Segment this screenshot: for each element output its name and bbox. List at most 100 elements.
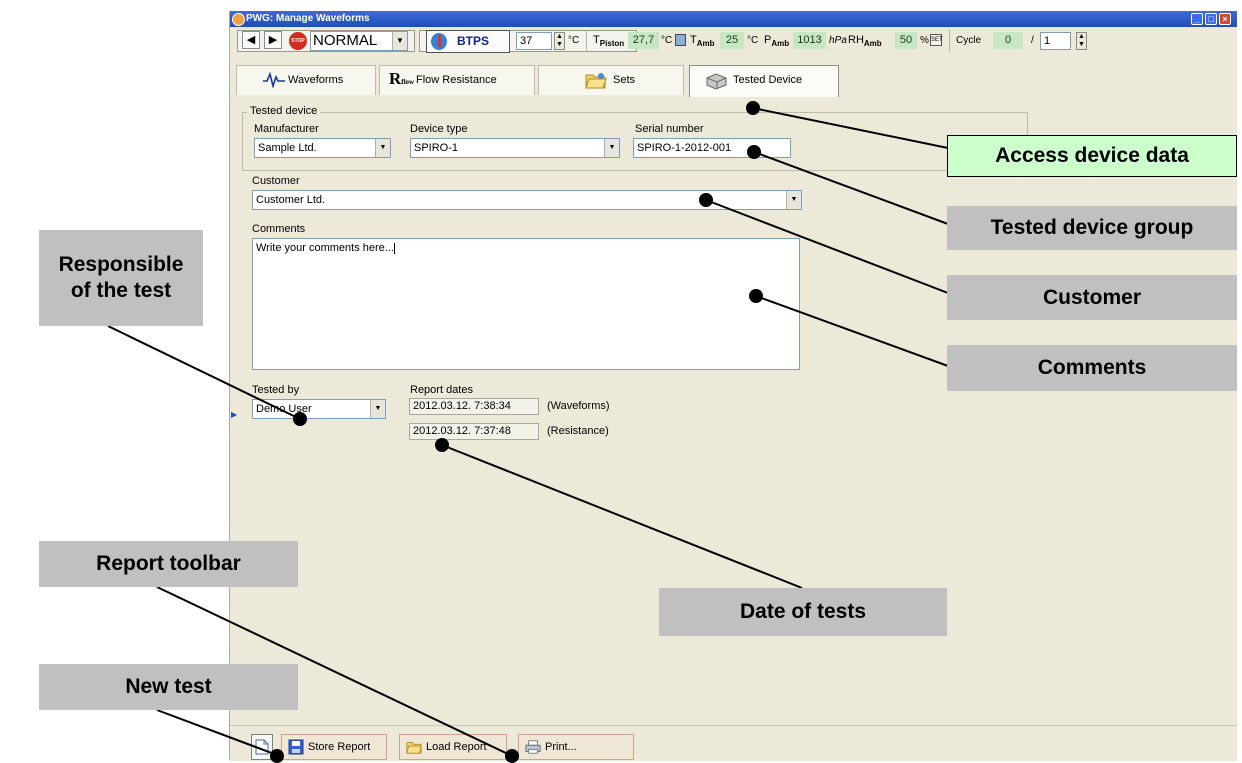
- manufacturer-select[interactable]: Sample Ltd. ▼: [254, 138, 391, 158]
- text-caret: [393, 242, 395, 254]
- step-forward-button[interactable]: ▶: [264, 31, 282, 49]
- callout-responsible-line2: of the test: [70, 279, 172, 302]
- chevron-down-icon[interactable]: ▼: [604, 139, 619, 157]
- mode-value: NORMAL: [313, 32, 378, 49]
- splitter-arrow-icon[interactable]: ▶: [231, 410, 237, 419]
- tab-tested-device[interactable]: Tested Device: [689, 65, 839, 97]
- tested-by-label: Tested by: [252, 384, 300, 396]
- report-toolbar: Store Report Load Report Print...: [230, 725, 1237, 761]
- folder-icon: [585, 73, 607, 89]
- btps-button[interactable]: BTPS: [426, 30, 510, 53]
- t-piston-unit: °C: [661, 35, 673, 46]
- customer-select[interactable]: Customer Ltd. ▼: [252, 190, 802, 210]
- stop-icon[interactable]: STOP: [289, 32, 307, 50]
- store-report-button[interactable]: Store Report: [281, 734, 387, 760]
- callout-responsible-line1: Responsible: [58, 253, 184, 276]
- cycle-total-input[interactable]: 1: [1040, 32, 1071, 50]
- callout-customer: Customer: [947, 275, 1237, 320]
- rh-amb-label: RHAmb: [848, 34, 882, 49]
- t-amb-label: TAmb: [690, 34, 715, 49]
- resistance-date-label: (Resistance): [547, 425, 609, 437]
- t-piston-label: TPiston: [593, 34, 625, 49]
- tab-waveforms[interactable]: Waveforms: [236, 65, 376, 95]
- btps-label: BTPS: [457, 34, 490, 48]
- main-toolbar: ◀ ▶ STOP NORMAL ▼ BTPS 37 ▲ ▼ °C TPiston …: [230, 27, 1237, 55]
- tab-sets[interactable]: Sets: [538, 65, 684, 95]
- t-amb-value: 25: [720, 32, 744, 49]
- tested-device-group-title: Tested device: [247, 105, 321, 117]
- print-label: Print...: [545, 741, 577, 753]
- callout-report-toolbar: Report toolbar: [39, 541, 298, 587]
- callout-comments: Comments: [947, 345, 1237, 391]
- open-folder-icon: [406, 742, 422, 754]
- mode-select[interactable]: NORMAL ▼: [310, 31, 408, 51]
- t-piston-value: 27,7: [628, 32, 659, 49]
- chevron-down-icon[interactable]: ▼: [786, 191, 801, 209]
- step-back-button[interactable]: ◀: [242, 31, 260, 49]
- tab-flow-resistance[interactable]: Rflow Flow Resistance: [379, 65, 535, 95]
- temperature-spinner[interactable]: ▲ ▼: [554, 32, 565, 50]
- set-button[interactable]: SET: [930, 34, 943, 46]
- comments-textarea[interactable]: Write your comments here...: [252, 238, 800, 370]
- load-report-button[interactable]: Load Report: [399, 734, 507, 760]
- rh-amb-unit: %: [920, 35, 929, 46]
- t-amb-unit: °C: [747, 35, 759, 46]
- calendar-icon[interactable]: [675, 34, 686, 46]
- cycle-spinner[interactable]: ▲ ▼: [1076, 32, 1087, 50]
- device-type-label: Device type: [410, 123, 468, 135]
- cycle-value: 0: [993, 32, 1023, 49]
- temperature-input[interactable]: 37: [516, 32, 552, 50]
- store-report-label: Store Report: [308, 741, 371, 753]
- chevron-down-icon[interactable]: ▼: [370, 400, 385, 418]
- tab-label: Waveforms: [288, 74, 344, 86]
- callout-dot: [746, 101, 760, 115]
- callout-responsible: Responsible of the test: [39, 230, 203, 326]
- window-title: PWG: Manage Waveforms: [246, 13, 370, 24]
- tab-label: Sets: [613, 74, 636, 86]
- save-icon: [288, 739, 304, 755]
- tested-by-select[interactable]: Demo User ▼: [252, 399, 386, 419]
- callout-dot: [749, 289, 763, 303]
- serial-number-label: Serial number: [635, 123, 704, 135]
- toolbar-separator: [586, 30, 587, 52]
- device-type-value: SPIRO-1: [414, 142, 459, 154]
- callout-new-test: New test: [39, 664, 298, 710]
- callout-tested-device-group: Tested device group: [947, 206, 1237, 250]
- maximize-button[interactable]: □: [1205, 13, 1217, 25]
- chevron-down-icon[interactable]: ▼: [375, 139, 390, 157]
- customer-value: Customer Ltd.: [256, 194, 326, 206]
- callout-dot: [435, 438, 449, 452]
- print-button[interactable]: Print...: [518, 734, 634, 760]
- callout-dot: [505, 749, 519, 763]
- callout-access-device-data: Access device data: [947, 135, 1237, 177]
- callout-dot: [699, 193, 713, 207]
- device-icon: [706, 73, 727, 90]
- rh-amb-value: 50: [895, 32, 917, 49]
- new-document-icon: [255, 739, 269, 755]
- callout-dot: [270, 749, 284, 763]
- cycle-label: Cycle: [956, 35, 982, 46]
- manufacturer-value: Sample Ltd.: [258, 142, 317, 154]
- app-icon: [232, 13, 245, 26]
- device-type-select[interactable]: SPIRO-1 ▼: [410, 138, 620, 158]
- waveforms-date: 2012.03.12. 7:38:34: [409, 398, 539, 415]
- close-button[interactable]: ×: [1219, 13, 1231, 25]
- printer-icon: [525, 740, 541, 754]
- customer-label: Customer: [252, 175, 300, 187]
- rflow-icon: Rflow: [389, 69, 415, 88]
- waveforms-date-label: (Waveforms): [547, 400, 610, 412]
- serial-number-field[interactable]: SPIRO-1-2012-001: [633, 138, 791, 158]
- minimize-button[interactable]: _: [1191, 13, 1203, 25]
- tab-strip: Waveforms Rflow Flow Resistance Sets Tes…: [230, 65, 1237, 97]
- callout-date-of-tests: Date of tests: [659, 588, 947, 636]
- chevron-down-icon[interactable]: ▼: [392, 32, 407, 50]
- title-bar: PWG: Manage Waveforms _ □ ×: [230, 11, 1237, 27]
- load-report-label: Load Report: [426, 741, 487, 753]
- report-dates-label: Report dates: [410, 384, 473, 396]
- waveform-icon: [263, 72, 285, 88]
- toolbar-separator: [949, 30, 950, 52]
- comments-label: Comments: [252, 223, 306, 235]
- callout-dot: [747, 145, 761, 159]
- comments-text: Write your comments here...: [256, 242, 394, 254]
- tab-label: Flow Resistance: [416, 74, 497, 86]
